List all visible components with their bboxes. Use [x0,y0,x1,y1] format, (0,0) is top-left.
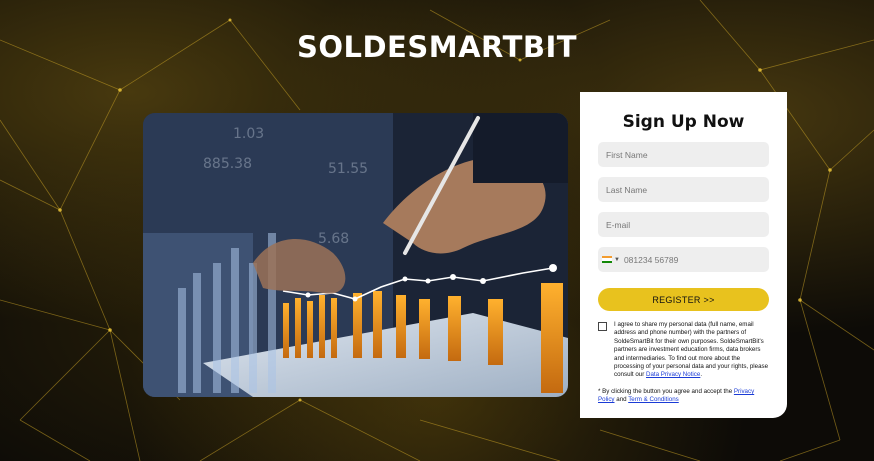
first-name-input[interactable] [598,142,769,167]
consent-text: I agree to share my personal data (full … [614,321,769,380]
phone-field: ▼ [598,247,769,272]
svg-text:51.55: 51.55 [328,161,368,177]
consent-period: . [700,371,703,379]
brand-title: SOLDESMARTBIT [296,30,578,64]
email-input[interactable] [598,212,769,237]
india-flag-icon[interactable] [602,256,612,263]
svg-text:885.38: 885.38 [203,156,252,172]
data-privacy-link[interactable]: Data Privacy Notice [646,371,700,378]
terms-link[interactable]: Term & Conditions [628,396,679,403]
last-name-input[interactable] [598,177,769,202]
hero-image: 1.03 885.38 51.55 5.68 [143,113,568,397]
signup-form: Sign Up Now ▼ REGISTER >> I agree to sha… [580,92,787,418]
svg-text:5.68: 5.68 [318,231,349,247]
consent-checkbox[interactable] [598,322,607,331]
consent-body: I agree to share my personal data (full … [614,321,769,379]
note-and: and [616,396,627,404]
chevron-down-icon[interactable]: ▼ [614,257,620,263]
note-prefix: * By clicking the button you agree and a… [598,387,733,395]
form-title: Sign Up Now [622,112,745,132]
register-button[interactable]: REGISTER >> [598,288,769,311]
terms-note: * By clicking the button you agree and a… [598,388,769,405]
finance-chart-illustration: 1.03 885.38 51.55 5.68 [143,113,568,397]
svg-text:1.03: 1.03 [233,126,264,142]
consent-row: I agree to share my personal data (full … [598,321,769,380]
phone-input[interactable] [623,254,769,265]
